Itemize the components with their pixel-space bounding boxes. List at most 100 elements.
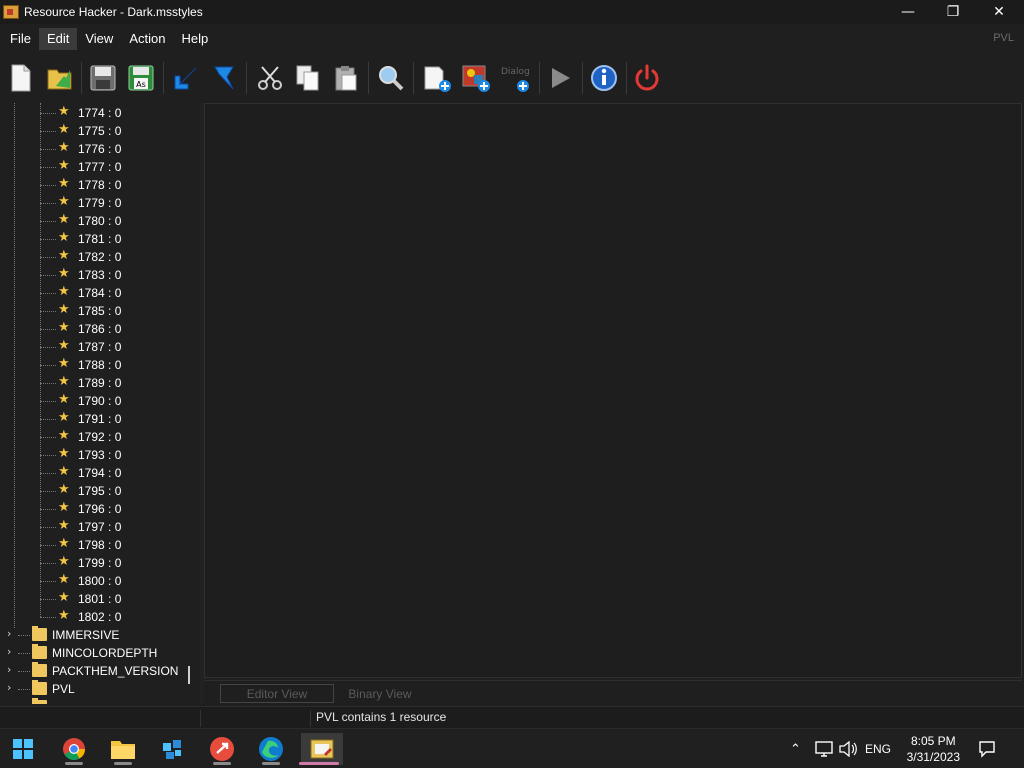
add-dialog-resource-button[interactable]: Dialog Merge <box>498 60 532 96</box>
tree-folder-item[interactable]: › PVL <box>0 680 200 698</box>
find-button[interactable] <box>374 60 408 96</box>
tree-leaf-item[interactable]: ★ 1794 : 0 <box>0 464 200 482</box>
add-blank-resource-button[interactable] <box>420 60 454 96</box>
tree-scrollbar-thumb[interactable] <box>188 666 190 684</box>
menu-file[interactable]: File <box>2 28 39 50</box>
tree-leaf-item[interactable]: ★ 1786 : 0 <box>0 320 200 338</box>
taskbar-edge[interactable] <box>253 733 289 765</box>
tree-leaf-item[interactable]: ★ 1780 : 0 <box>0 212 200 230</box>
new-file-button[interactable] <box>4 60 38 96</box>
menu-view[interactable]: View <box>77 28 121 50</box>
paste-button[interactable] <box>329 60 363 96</box>
tree-leaf-item[interactable]: ★ 1778 : 0 <box>0 176 200 194</box>
cut-button[interactable] <box>253 60 287 96</box>
tree-leaf-label: 1776 : 0 <box>78 142 122 156</box>
menu-action[interactable]: Action <box>121 28 173 50</box>
editor-pane[interactable] <box>204 103 1022 678</box>
tree-folder-item[interactable] <box>0 698 200 704</box>
tray-overflow-button[interactable]: ⌃ <box>790 729 801 768</box>
tree-leaf-item[interactable]: ★ 1802 : 0 <box>0 608 200 626</box>
taskbar-store[interactable] <box>154 733 190 765</box>
tab-editor-view[interactable]: Editor View <box>220 684 334 703</box>
save-button[interactable] <box>86 60 120 96</box>
run-script-button[interactable] <box>543 60 577 96</box>
tray-network[interactable] <box>815 729 833 768</box>
info-icon <box>591 65 617 91</box>
tree-leaf-item[interactable]: ★ 1793 : 0 <box>0 446 200 464</box>
tree-leaf-item[interactable]: ★ 1788 : 0 <box>0 356 200 374</box>
copy-icon <box>296 65 319 91</box>
tree-leaf-item[interactable]: ★ 1792 : 0 <box>0 428 200 446</box>
tree-leaf-label: 1793 : 0 <box>78 448 122 462</box>
tree-leaf-item[interactable]: ★ 1784 : 0 <box>0 284 200 302</box>
chevron-right-icon[interactable]: › <box>7 627 11 640</box>
tree-leaf-label: 1774 : 0 <box>78 106 122 120</box>
tree-folder-item[interactable]: › PACKTHEM_VERSION <box>0 662 200 680</box>
tree-leaf-item[interactable]: ★ 1777 : 0 <box>0 158 200 176</box>
tree-leaf-item[interactable]: ★ 1801 : 0 <box>0 590 200 608</box>
star-icon: ★ <box>58 302 70 317</box>
tree-leaf-item[interactable]: ★ 1800 : 0 <box>0 572 200 590</box>
tree-leaf-item[interactable]: ★ 1797 : 0 <box>0 518 200 536</box>
tree-leaf-label: 1789 : 0 <box>78 376 122 390</box>
tree-leaf-label: 1780 : 0 <box>78 214 122 228</box>
tree-leaf-item[interactable]: ★ 1776 : 0 <box>0 140 200 158</box>
tree-leaf-item[interactable]: ★ 1790 : 0 <box>0 392 200 410</box>
chevron-right-icon[interactable]: › <box>7 663 11 676</box>
tree-leaf-item[interactable]: ★ 1789 : 0 <box>0 374 200 392</box>
menu-edit[interactable]: Edit <box>38 28 78 50</box>
tree-leaf-item[interactable]: ★ 1799 : 0 <box>0 554 200 572</box>
previous-button[interactable] <box>169 60 203 96</box>
folder-icon <box>32 626 47 641</box>
taskbar-chrome[interactable] <box>56 733 92 765</box>
taskbar: ⌃ ENG 8:05 PM 3/31/2023 <box>0 728 1024 768</box>
tree-leaf-label: 1775 : 0 <box>78 124 122 138</box>
tree-folder-item[interactable]: › IMMERSIVE <box>0 626 200 644</box>
menu-help[interactable]: Help <box>173 28 216 50</box>
chevron-right-icon[interactable]: › <box>7 645 11 658</box>
open-file-button[interactable] <box>43 60 77 96</box>
taskbar-file-explorer[interactable] <box>105 733 141 765</box>
tree-leaf-item[interactable]: ★ 1782 : 0 <box>0 248 200 266</box>
tray-volume[interactable] <box>839 729 857 768</box>
tree-leaf-item[interactable]: ★ 1779 : 0 <box>0 194 200 212</box>
add-image-resource-button[interactable] <box>459 60 493 96</box>
minimize-button[interactable]: — <box>885 0 931 24</box>
tree-folder-item[interactable]: › MINCOLORDEPTH <box>0 644 200 662</box>
tree-leaf-item[interactable]: ★ 1783 : 0 <box>0 266 200 284</box>
tree-folder-label: PVL <box>52 682 75 696</box>
close-button[interactable]: ✕ <box>976 0 1022 24</box>
resource-tree[interactable]: ★ 1774 : 0 ★ 1775 : 0 ★ 1776 : 0 ★ 1777 : 0 ★ 177… <box>0 103 200 704</box>
exit-button[interactable] <box>630 60 664 96</box>
tree-leaf-label: 1782 : 0 <box>78 250 122 264</box>
star-icon: ★ <box>58 248 70 263</box>
tree-leaf-item[interactable]: ★ 1774 : 0 <box>0 104 200 122</box>
tree-leaf-label: 1796 : 0 <box>78 502 122 516</box>
about-button[interactable] <box>587 60 621 96</box>
tree-leaf-label: 1799 : 0 <box>78 556 122 570</box>
save-as-button[interactable]: As <box>124 60 158 96</box>
tree-leaf-item[interactable]: ★ 1787 : 0 <box>0 338 200 356</box>
chevron-right-icon[interactable]: › <box>7 681 11 694</box>
tree-leaf-label: 1798 : 0 <box>78 538 122 552</box>
tree-leaf-item[interactable]: ★ 1796 : 0 <box>0 500 200 518</box>
chrome-icon <box>63 738 85 760</box>
tree-leaf-item[interactable]: ★ 1798 : 0 <box>0 536 200 554</box>
notifications-button[interactable] <box>978 729 996 768</box>
taskbar-remote-desktop[interactable] <box>204 733 240 765</box>
tree-leaf-item[interactable]: ★ 1775 : 0 <box>0 122 200 140</box>
remote-desktop-icon <box>210 737 234 761</box>
taskbar-resource-hacker[interactable] <box>299 733 343 765</box>
tray-clock[interactable]: 8:05 PM 3/31/2023 <box>907 733 960 765</box>
restore-button[interactable]: ❐ <box>930 0 976 24</box>
copy-button[interactable] <box>291 60 325 96</box>
tree-leaf-label: 1791 : 0 <box>78 412 122 426</box>
bookmark-button[interactable] <box>207 60 241 96</box>
tree-leaf-item[interactable]: ★ 1781 : 0 <box>0 230 200 248</box>
tree-leaf-item[interactable]: ★ 1785 : 0 <box>0 302 200 320</box>
tree-leaf-item[interactable]: ★ 1791 : 0 <box>0 410 200 428</box>
tab-binary-view[interactable]: Binary View <box>344 684 416 703</box>
tray-language[interactable]: ENG <box>865 729 891 768</box>
tree-leaf-item[interactable]: ★ 1795 : 0 <box>0 482 200 500</box>
start-button[interactable] <box>5 733 41 765</box>
